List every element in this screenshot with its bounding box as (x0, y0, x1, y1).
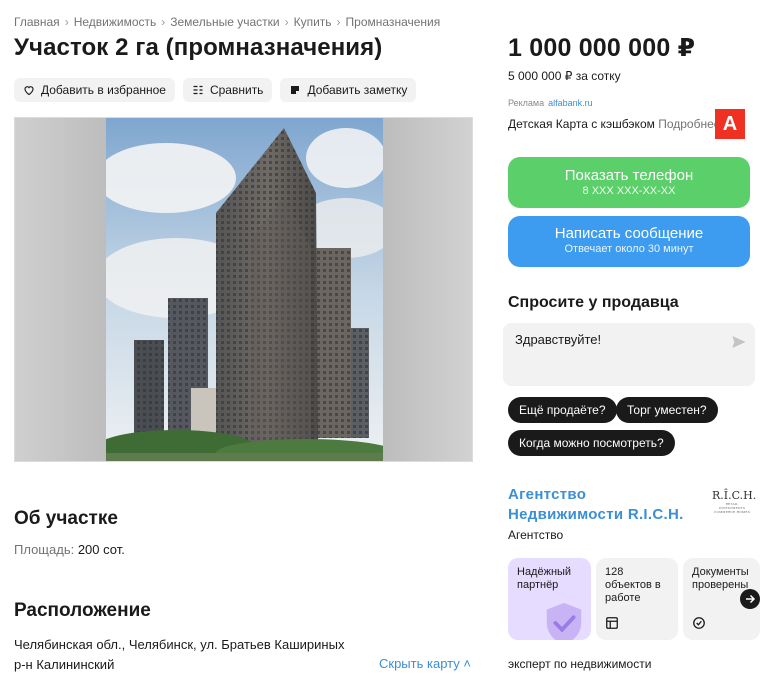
chip-still-selling[interactable]: Ещё продаёте? (508, 397, 617, 423)
breadcrumb-home[interactable]: Главная (14, 15, 60, 29)
badge-card-label: Документы проверены (692, 566, 749, 591)
area-info: Площадь: 200 сот. (14, 542, 125, 557)
seller-name-line2: Недвижимости R.I.C.H. (508, 506, 684, 523)
listing-icon (606, 617, 618, 629)
ad-label-text: Реклама (508, 98, 545, 108)
listing-actions: Добавить в избранное Сравнить Добавить з… (14, 78, 417, 102)
breadcrumb-buy[interactable]: Купить (294, 15, 332, 29)
breadcrumb-separator: › (336, 15, 341, 29)
show-phone-button[interactable]: Показать телефон 8 XXX XXX-XX-XX (508, 157, 750, 208)
chip-bargain[interactable]: Торг уместен? (616, 397, 718, 423)
ad-text: Детская Карта с кэшбэком (508, 117, 655, 131)
badge-card-label: Надёжный партнёр (517, 566, 572, 591)
seller-logo-text: R.Î.C.H. (712, 489, 757, 502)
write-message-label: Написать сообщение (554, 225, 704, 242)
show-phone-label: Показать телефон (564, 167, 694, 184)
ask-seller-heading: Спросите у продавца (508, 294, 679, 311)
note-icon (291, 86, 300, 94)
area-label: Площадь: (14, 542, 75, 557)
response-time: Отвечает около 30 минут (564, 243, 694, 255)
ask-seller-input[interactable]: Здравствуйте! (503, 323, 755, 386)
cards-next-button[interactable] (740, 589, 760, 609)
seller-logo-subtext: RETAIL INVESTMENTS COMMERCE HOMES (714, 502, 750, 514)
arrow-right-icon (746, 594, 756, 604)
ask-seller-input-value: Здравствуйте! (515, 332, 602, 347)
breadcrumb-industrial[interactable]: Промназначения (346, 15, 441, 29)
chip-when-view[interactable]: Когда можно посмотреть? (508, 430, 675, 456)
breadcrumb-separator: › (284, 15, 289, 29)
address-block: Челябинская обл., Челябинск, ул. Братьев… (14, 635, 344, 674)
breadcrumb-land[interactable]: Земельные участки (170, 15, 279, 29)
price-per-sotka: 5 000 000 ₽ за сотку (508, 69, 621, 83)
verified-icon (693, 617, 705, 629)
alfabank-logo[interactable]: А (715, 109, 745, 139)
seller-type: Агентство (508, 528, 564, 542)
area-value: 200 сот. (77, 542, 125, 557)
address-text: Челябинская обл., Челябинск, ул. Братьев… (14, 637, 345, 652)
badge-card-label: 128 объектов в работе (605, 566, 661, 604)
add-note-button[interactable]: Добавить заметку (280, 78, 417, 102)
breadcrumb-separator: › (161, 15, 166, 29)
seller-name-link[interactable]: Агентство Недвижимости R.I.C.H. (508, 485, 684, 525)
hide-map-link[interactable]: Скрыть карту ˄ (379, 656, 471, 671)
price-total: 1 000 000 000 ₽ (508, 34, 696, 62)
about-heading: Об участке (14, 508, 118, 529)
breadcrumb-separator: › (64, 15, 69, 29)
seller-name-line1: Агентство (508, 486, 587, 503)
location-heading: Расположение (14, 600, 151, 621)
district-text: р-н Калининский (14, 657, 115, 672)
ad-label: Реклама alfabank.ru (508, 98, 593, 108)
compare-icon (193, 85, 203, 95)
compare-button[interactable]: Сравнить (182, 78, 273, 102)
photo-blur-left (15, 118, 106, 461)
masked-phone: 8 XXX XXX-XX-XX (582, 185, 676, 197)
add-to-favorites-button[interactable]: Добавить в избранное (14, 78, 175, 102)
seller-expert-note: эксперт по недвижимости (508, 657, 652, 671)
shield-check-icon (546, 602, 582, 640)
breadcrumb: Главная › Недвижимость › Земельные участ… (14, 15, 440, 29)
write-message-button[interactable]: Написать сообщение Отвечает около 30 мин… (508, 216, 750, 267)
breadcrumb-real-estate[interactable]: Недвижимость (74, 15, 157, 29)
badge-card-objects[interactable]: 128 объектов в работе (596, 558, 678, 640)
ad-banner[interactable]: Детская Карта с кэшбэком Подробнее (508, 117, 720, 131)
photo-blur-right (381, 118, 472, 461)
ad-more-link[interactable]: Подробнее (658, 117, 720, 131)
send-icon[interactable] (731, 334, 747, 350)
page-title: Участок 2 га (промназначения) (14, 34, 383, 61)
seller-logo[interactable]: R.Î.C.H. RETAIL INVESTMENTS COMMERCE HOM… (712, 489, 756, 514)
listing-photo (106, 118, 383, 461)
add-note-label: Добавить заметку (307, 83, 408, 97)
listing-photo-gallery[interactable] (14, 117, 473, 462)
badge-card-reliable-partner[interactable]: Надёжный партнёр (508, 558, 591, 640)
compare-label: Сравнить (209, 83, 264, 97)
add-to-favorites-label: Добавить в избранное (41, 83, 166, 97)
ad-domain-link[interactable]: alfabank.ru (548, 98, 593, 108)
heart-icon (24, 86, 34, 96)
